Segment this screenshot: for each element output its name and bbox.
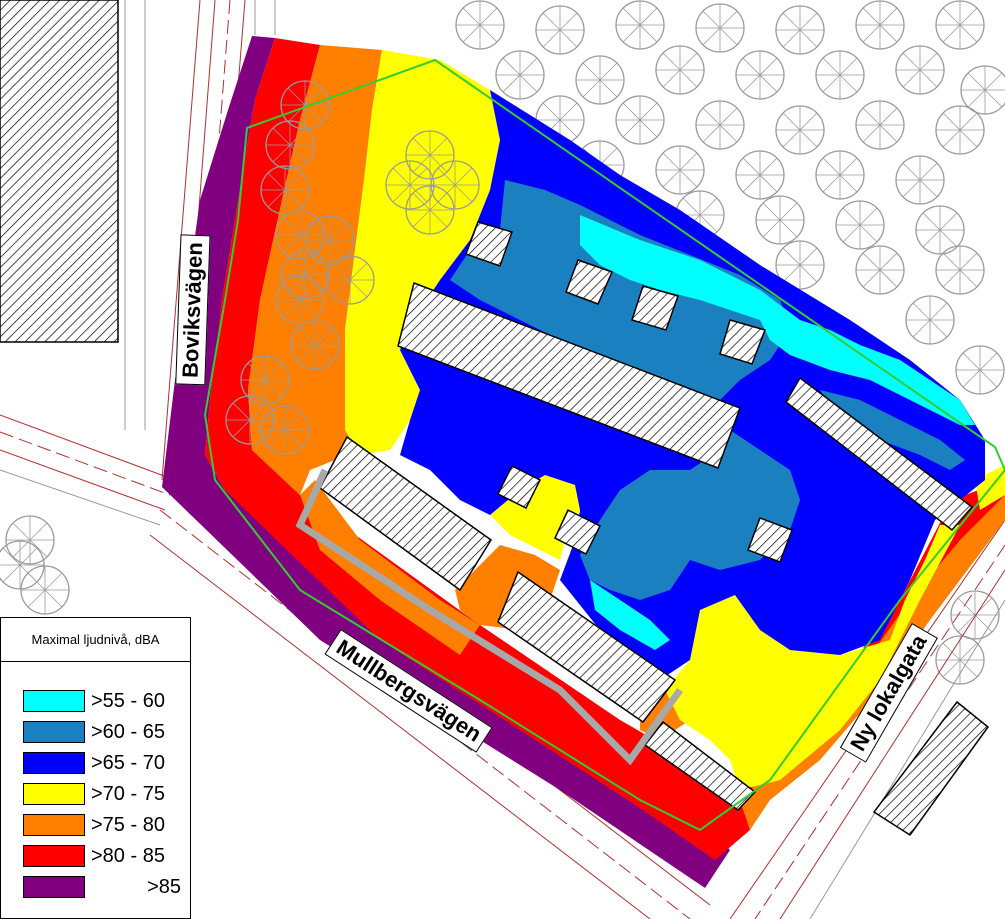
- tree-icon: [225, 395, 275, 445]
- legend-swatch: [23, 690, 85, 712]
- legend-item: >75 - 80: [23, 814, 188, 838]
- tree-icon: [855, 245, 905, 295]
- tree-icon: [775, 5, 825, 55]
- tree-icon: [325, 255, 375, 305]
- tree-icon: [935, 105, 985, 155]
- tree-icon: [290, 320, 340, 370]
- legend: Maximal ljudnivå, dBA >55 - 60 >60 - 65 …: [0, 617, 191, 919]
- legend-label: >65 - 70: [91, 752, 165, 774]
- street-label-boviksvagen: Boviksvägen: [175, 234, 211, 386]
- tree-icon: [935, 0, 985, 50]
- tree-icon: [775, 105, 825, 155]
- legend-swatch: [23, 721, 85, 743]
- tree-icon: [855, 100, 905, 150]
- tree-icon: [405, 185, 455, 235]
- tree-icon: [695, 3, 745, 53]
- tree-icon: [815, 50, 865, 100]
- tree-icon: [535, 5, 585, 55]
- legend-item: >60 - 65: [23, 721, 188, 745]
- tree-icon: [5, 515, 55, 565]
- tree-icon: [905, 295, 955, 345]
- legend-item: >65 - 70: [23, 752, 188, 776]
- tree-icon: [280, 80, 330, 130]
- tree-icon: [615, 95, 665, 145]
- tree-icon: [835, 200, 885, 250]
- legend-label: >70 - 75: [91, 783, 165, 805]
- tree-icon: [735, 50, 785, 100]
- tree-icon: [275, 275, 325, 325]
- tree-icon: [20, 565, 70, 615]
- tree-icon: [895, 155, 945, 205]
- legend-item: >70 - 75: [23, 783, 188, 807]
- tree-icon: [695, 100, 745, 150]
- legend-label: >75 - 80: [91, 814, 165, 836]
- tree-icon: [260, 405, 310, 455]
- legend-swatch: [23, 845, 85, 867]
- tree-icon: [385, 160, 435, 210]
- tree-icon: [265, 120, 315, 170]
- legend-label: >85: [147, 876, 181, 898]
- tree-icon: [655, 145, 705, 195]
- legend-swatch: [23, 752, 85, 774]
- tree-icon: [495, 50, 545, 100]
- legend-title: Maximal ljudnivå, dBA: [1, 618, 190, 662]
- tree-icon: [260, 165, 310, 215]
- legend-label: >60 - 65: [91, 721, 165, 743]
- tree-icon: [935, 635, 985, 685]
- tree-icon: [855, 0, 905, 50]
- tree-icon: [895, 45, 945, 95]
- legend-item: >55 - 60: [23, 690, 188, 714]
- legend-swatch: [23, 814, 85, 836]
- legend-item: >80 - 85: [23, 845, 188, 869]
- tree-icon: [815, 150, 865, 200]
- tree-icon: [735, 150, 785, 200]
- tree-icon: [455, 0, 505, 50]
- tree-icon: [615, 0, 665, 50]
- legend-item: >85: [23, 876, 188, 900]
- tree-icon: [755, 195, 805, 245]
- tree-icon: [655, 45, 705, 95]
- tree-icon: [240, 355, 290, 405]
- tree-icon: [575, 55, 625, 105]
- legend-swatch: [23, 783, 85, 805]
- legend-swatch: [23, 876, 85, 898]
- tree-icon: [955, 345, 1005, 395]
- tree-icon: [935, 245, 985, 295]
- legend-label: >55 - 60: [91, 690, 165, 712]
- legend-label: >80 - 85: [91, 845, 165, 867]
- tree-icon: [280, 250, 330, 300]
